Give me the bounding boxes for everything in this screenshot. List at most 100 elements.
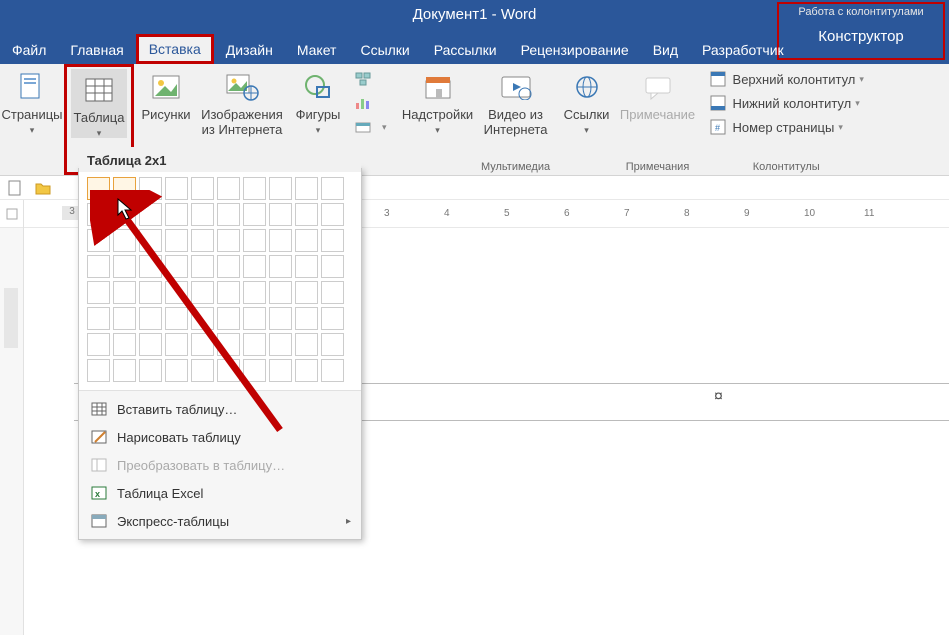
grid-cell[interactable]: [295, 255, 318, 278]
tab-mailings[interactable]: Рассылки: [422, 36, 509, 64]
tab-references[interactable]: Ссылки: [348, 36, 421, 64]
grid-cell[interactable]: [295, 203, 318, 226]
grid-cell[interactable]: [243, 203, 266, 226]
grid-cell[interactable]: [87, 281, 110, 304]
grid-cell[interactable]: [139, 307, 162, 330]
grid-cell[interactable]: [243, 177, 266, 200]
table-size-grid[interactable]: [79, 169, 361, 390]
grid-cell[interactable]: [269, 333, 292, 356]
grid-cell[interactable]: [321, 307, 344, 330]
grid-cell[interactable]: [217, 203, 240, 226]
grid-cell[interactable]: [269, 177, 292, 200]
grid-cell[interactable]: [243, 333, 266, 356]
grid-cell[interactable]: [191, 359, 214, 382]
tab-layout[interactable]: Макет: [285, 36, 349, 64]
grid-cell[interactable]: [165, 255, 188, 278]
grid-cell[interactable]: [295, 281, 318, 304]
tab-file[interactable]: Файл: [0, 36, 58, 64]
grid-cell[interactable]: [87, 359, 110, 382]
grid-cell[interactable]: [113, 333, 136, 356]
pictures-button[interactable]: Рисунки: [138, 66, 194, 123]
tab-home[interactable]: Главная: [58, 36, 135, 64]
grid-cell[interactable]: [217, 307, 240, 330]
grid-cell[interactable]: [139, 203, 162, 226]
online-pictures-button[interactable]: Изображения из Интернета: [194, 66, 290, 138]
grid-cell[interactable]: [269, 229, 292, 252]
screenshot-button[interactable]: ▾: [350, 116, 391, 138]
grid-cell[interactable]: [269, 255, 292, 278]
grid-cell[interactable]: [217, 177, 240, 200]
addins-button[interactable]: Надстройки ▾: [403, 66, 473, 135]
grid-cell[interactable]: [165, 307, 188, 330]
insert-table-item[interactable]: Вставить таблицу…: [79, 395, 361, 423]
grid-cell[interactable]: [191, 177, 214, 200]
grid-cell[interactable]: [191, 255, 214, 278]
header-button[interactable]: Верхний колонтитул ▾: [705, 68, 868, 90]
grid-cell[interactable]: [87, 203, 110, 226]
shapes-button[interactable]: Фигуры ▾: [290, 66, 346, 135]
smartart-button[interactable]: [350, 68, 391, 90]
grid-cell[interactable]: [243, 281, 266, 304]
grid-cell[interactable]: [295, 177, 318, 200]
grid-cell[interactable]: [165, 333, 188, 356]
grid-cell[interactable]: [217, 333, 240, 356]
grid-cell[interactable]: [217, 229, 240, 252]
pages-button[interactable]: Страницы ▾: [4, 66, 60, 135]
vertical-ruler[interactable]: [0, 228, 24, 635]
tab-view[interactable]: Вид: [641, 36, 690, 64]
grid-cell[interactable]: [243, 229, 266, 252]
grid-cell[interactable]: [191, 333, 214, 356]
tab-review[interactable]: Рецензирование: [509, 36, 641, 64]
grid-cell[interactable]: [243, 359, 266, 382]
grid-cell[interactable]: [165, 359, 188, 382]
grid-cell[interactable]: [295, 359, 318, 382]
online-video-button[interactable]: Видео из Интернета: [481, 66, 551, 138]
grid-cell[interactable]: [217, 281, 240, 304]
tab-design[interactable]: Дизайн: [214, 36, 285, 64]
draw-table-item[interactable]: Нарисовать таблицу: [79, 423, 361, 451]
grid-cell[interactable]: [139, 359, 162, 382]
excel-table-item[interactable]: x Таблица Excel: [79, 479, 361, 507]
grid-cell[interactable]: [217, 255, 240, 278]
grid-cell[interactable]: [295, 229, 318, 252]
grid-cell[interactable]: [139, 255, 162, 278]
footer-button[interactable]: Нижний колонтитул ▾: [705, 92, 868, 114]
grid-cell[interactable]: [113, 307, 136, 330]
grid-cell[interactable]: [139, 333, 162, 356]
grid-cell[interactable]: [113, 229, 136, 252]
grid-cell[interactable]: [113, 359, 136, 382]
grid-cell[interactable]: [269, 281, 292, 304]
contextual-tab-header-footer[interactable]: Работа с колонтитулами Конструктор: [777, 2, 945, 60]
grid-cell[interactable]: [321, 203, 344, 226]
grid-cell[interactable]: [113, 281, 136, 304]
table-button[interactable]: Таблица ▾: [71, 69, 127, 138]
grid-cell[interactable]: [191, 203, 214, 226]
grid-cell[interactable]: [87, 333, 110, 356]
quick-tables-item[interactable]: Экспресс-таблицы ▸: [79, 507, 361, 535]
page-number-button[interactable]: # Номер страницы ▾: [705, 116, 868, 138]
grid-cell[interactable]: [243, 307, 266, 330]
grid-cell[interactable]: [217, 359, 240, 382]
grid-cell[interactable]: [321, 333, 344, 356]
grid-cell[interactable]: [87, 255, 110, 278]
grid-cell[interactable]: [165, 281, 188, 304]
grid-cell[interactable]: [321, 177, 344, 200]
grid-cell[interactable]: [191, 229, 214, 252]
grid-cell[interactable]: [295, 333, 318, 356]
grid-cell[interactable]: [87, 177, 110, 200]
new-doc-icon[interactable]: [6, 179, 24, 197]
tab-constructor[interactable]: Конструктор: [779, 18, 943, 45]
grid-cell[interactable]: [269, 203, 292, 226]
grid-cell[interactable]: [113, 177, 136, 200]
grid-cell[interactable]: [191, 307, 214, 330]
chart-button[interactable]: [350, 92, 391, 114]
grid-cell[interactable]: [321, 281, 344, 304]
grid-cell[interactable]: [321, 255, 344, 278]
tab-developer[interactable]: Разработчик: [690, 36, 796, 64]
grid-cell[interactable]: [139, 177, 162, 200]
grid-cell[interactable]: [87, 307, 110, 330]
grid-cell[interactable]: [269, 359, 292, 382]
grid-cell[interactable]: [165, 229, 188, 252]
grid-cell[interactable]: [113, 255, 136, 278]
open-icon[interactable]: [34, 179, 52, 197]
